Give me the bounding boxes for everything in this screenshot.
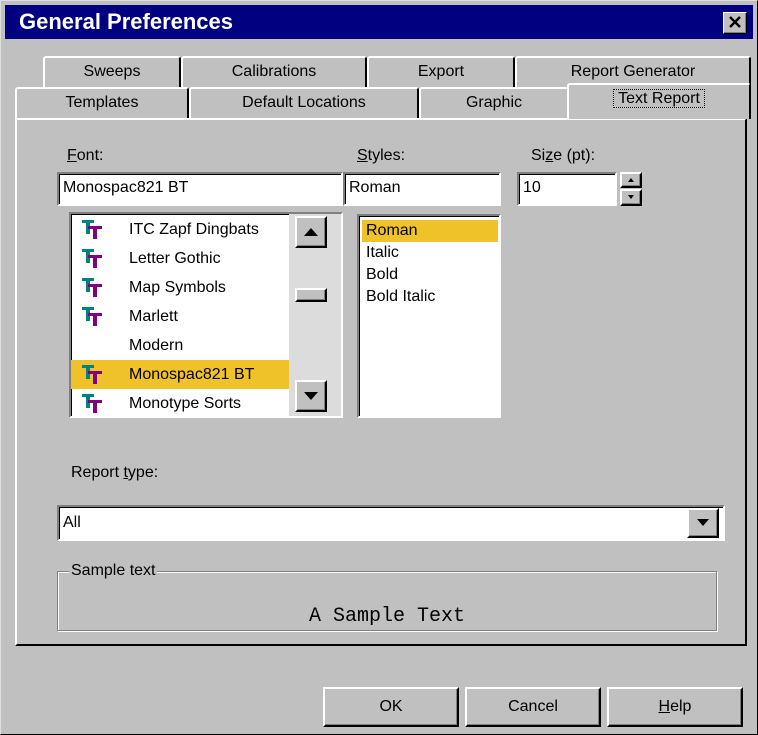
list-item[interactable]: ITC Zapf Dingbats — [71, 215, 289, 244]
truetype-icon — [82, 249, 102, 268]
styles-input[interactable]: Roman — [343, 172, 501, 206]
list-item[interactable]: Modern — [71, 331, 289, 360]
tab-label: Report Generator — [570, 63, 696, 80]
report-type-label: Report type: — [71, 464, 159, 481]
list-item[interactable]: Bold — [362, 264, 498, 286]
close-button[interactable] — [723, 12, 747, 34]
font-label: Font: — [67, 147, 104, 164]
list-item[interactable]: Italic — [362, 242, 498, 264]
window-title: General Preferences — [19, 9, 234, 34]
font-list[interactable]: ITC Zapf Dingbats Letter Gothic Map Symb… — [69, 212, 343, 418]
tab-templates[interactable]: Templates — [15, 87, 189, 119]
arrow-down-icon — [304, 392, 318, 400]
list-item[interactable]: Letter Gothic — [71, 244, 289, 273]
tab-label: Templates — [65, 94, 139, 111]
scroll-thumb[interactable] — [295, 288, 327, 302]
tab-label: Sweeps — [83, 63, 141, 80]
arrow-up-icon — [304, 228, 318, 236]
scroll-down-button[interactable] — [295, 380, 327, 412]
tab-label: Graphic — [465, 94, 523, 111]
size-spin-up-button[interactable] — [620, 172, 642, 188]
list-item[interactable]: Marlett — [71, 302, 289, 331]
cancel-button[interactable]: Cancel — [465, 687, 601, 727]
list-item[interactable]: Map Symbols — [71, 273, 289, 302]
tab-graphic[interactable]: Graphic — [419, 87, 569, 119]
tab-label: Export — [417, 63, 465, 80]
size-label: Size (pt): — [531, 147, 596, 164]
report-type-select[interactable]: All — [57, 505, 725, 541]
list-item[interactable]: Monotype Sorts — [71, 389, 289, 416]
ok-button[interactable]: OK — [323, 687, 459, 727]
truetype-icon — [82, 307, 102, 326]
truetype-icon — [82, 365, 102, 384]
truetype-icon — [82, 220, 102, 239]
report-type-dropdown-button[interactable] — [687, 508, 719, 538]
tab-label: Default Locations — [242, 94, 366, 111]
styles-label: Styles: — [357, 147, 406, 164]
font-input[interactable]: Monospac821 BT — [57, 172, 343, 206]
sample-text-preview: A Sample Text — [308, 605, 466, 628]
truetype-icon — [82, 278, 102, 297]
sample-text-legend: Sample text — [69, 562, 158, 580]
tab-label: Calibrations — [231, 63, 317, 80]
tab-export[interactable]: Export — [367, 56, 515, 88]
list-item-selected[interactable]: Monospac821 BT — [71, 360, 289, 389]
list-item-selected[interactable]: Roman — [362, 220, 498, 242]
preferences-dialog: General Preferences Sweeps Calibrations … — [0, 0, 758, 735]
spin-up-icon — [628, 178, 634, 182]
styles-list[interactable]: Roman Italic Bold Bold Italic — [357, 214, 501, 418]
tab-panel-text-report: Font: Monospac821 BT ITC Zapf Dingbats L… — [15, 118, 747, 646]
size-input[interactable]: 10 — [517, 172, 617, 206]
size-spin-down-button[interactable] — [620, 189, 642, 206]
spin-down-icon — [628, 195, 634, 199]
font-list-scrollbar[interactable] — [289, 214, 341, 416]
tab-text-report[interactable]: Text Report — [567, 83, 751, 119]
truetype-icon — [82, 394, 102, 413]
close-icon — [729, 16, 741, 28]
title-bar[interactable]: General Preferences — [5, 5, 753, 39]
tab-sweeps[interactable]: Sweeps — [43, 56, 181, 88]
chevron-down-icon — [697, 519, 709, 526]
scroll-up-button[interactable] — [295, 216, 327, 248]
list-item[interactable]: Bold Italic — [362, 286, 498, 308]
tab-default-locations[interactable]: Default Locations — [189, 87, 419, 119]
tab-calibrations[interactable]: Calibrations — [181, 56, 367, 88]
help-button[interactable]: Help — [607, 687, 743, 727]
tab-label: Text Report — [613, 89, 705, 108]
